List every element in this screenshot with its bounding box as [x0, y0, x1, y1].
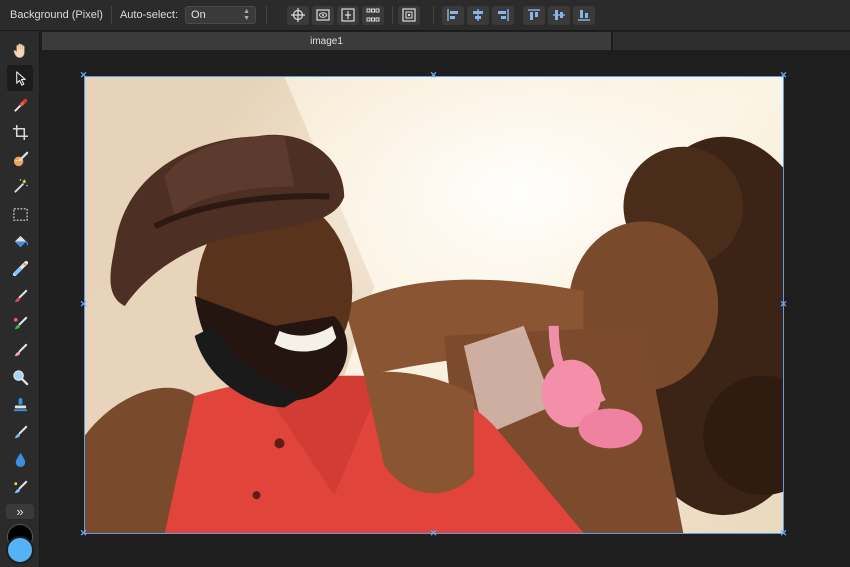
more-tools-button[interactable]: » [6, 504, 34, 519]
align-right-button[interactable] [492, 5, 515, 25]
tab-bar-empty-area [613, 32, 850, 50]
auto-select-value: On [191, 9, 206, 21]
selection-handle[interactable]: ✕ [79, 300, 88, 309]
dodge-tool[interactable] [7, 364, 33, 390]
context-toolbar: Background (Pixel) Auto-select: On ▲ ▼ [0, 0, 850, 31]
align-bottom-button[interactable] [573, 5, 596, 25]
selection-handle[interactable]: ✕ [429, 71, 438, 80]
align-center-icon [473, 9, 484, 21]
arrow-pointer-icon [15, 70, 26, 86]
align-middle-icon [553, 10, 566, 20]
toolbar-divider [110, 6, 112, 24]
updown-chevron-icon: ▲ ▼ [243, 8, 251, 22]
move-origin-button[interactable] [287, 5, 310, 25]
snapping-icon [402, 8, 416, 22]
hand-icon [13, 43, 25, 58]
color-well[interactable] [4, 524, 36, 564]
alignment-grid-button[interactable] [362, 5, 385, 25]
blur-tool[interactable] [7, 446, 33, 472]
document-tab-bar: image1 [40, 31, 850, 51]
document-image[interactable] [84, 76, 784, 534]
toolbar-divider [266, 6, 268, 24]
transform-objects-separately-icon [341, 8, 355, 22]
paint-brush-tool[interactable] [7, 283, 33, 309]
inpainting-tool[interactable] [7, 474, 33, 500]
paint-brush-icon [14, 289, 27, 302]
selection-handle[interactable]: ✕ [79, 529, 88, 538]
snapping-button[interactable] [398, 5, 421, 25]
auto-select-label: Auto-select: [119, 9, 179, 21]
toolbar-divider [392, 6, 394, 24]
color-replace-brush-icon [13, 316, 27, 329]
paint-bucket-icon [14, 235, 28, 247]
selection-handle[interactable]: ✕ [429, 529, 438, 538]
smudge-tool[interactable] [7, 419, 33, 445]
align-middle-button[interactable] [548, 5, 571, 25]
marquee-tool[interactable] [7, 201, 33, 227]
selection-brush-tool[interactable] [7, 146, 33, 172]
view-tool[interactable] [7, 37, 33, 63]
color-picker-tool[interactable] [7, 92, 33, 118]
align-top-button[interactable] [523, 5, 546, 25]
auto-select-dropdown[interactable]: On ▲ ▼ [185, 6, 257, 24]
align-center-button[interactable] [467, 5, 490, 25]
flood-fill-tool[interactable] [7, 228, 33, 254]
toolbar-divider [433, 6, 435, 24]
color-replacement-tool[interactable] [7, 310, 33, 336]
align-left-icon [447, 9, 459, 21]
inpainting-brush-icon [13, 480, 27, 493]
eraser-icon [14, 343, 27, 356]
transform-separately-button[interactable] [337, 5, 360, 25]
align-bottom-icon [578, 10, 591, 21]
show-transform-button[interactable] [312, 5, 335, 25]
dodge-icon [12, 369, 28, 385]
primary-color-swatch[interactable] [6, 536, 34, 564]
selection-handle[interactable]: ✕ [79, 71, 88, 80]
selection-handle[interactable]: ✕ [779, 529, 788, 538]
selection-handle[interactable]: ✕ [779, 300, 788, 309]
photo-illustration [85, 77, 783, 533]
move-tool[interactable] [7, 65, 33, 91]
align-right-icon [498, 9, 509, 21]
crop-tool[interactable] [7, 119, 33, 145]
selection-brush-icon [13, 151, 28, 166]
crop-icon [12, 124, 28, 140]
flood-select-tool[interactable] [7, 173, 33, 199]
magic-wand-icon [13, 178, 28, 193]
marquee-icon [12, 207, 28, 221]
clone-tool[interactable] [7, 392, 33, 418]
canvas-area[interactable]: ✕ ✕ ✕ ✕ ✕ ✕ ✕ ✕ [40, 51, 850, 567]
eyedropper-icon [13, 98, 27, 112]
gradient-icon [12, 260, 28, 276]
align-left-button[interactable] [442, 5, 465, 25]
tools-panel: » [0, 31, 40, 567]
erase-brush-tool[interactable] [7, 337, 33, 363]
document-tab[interactable]: image1 [42, 32, 612, 50]
align-top-icon [528, 9, 541, 20]
selection-handle[interactable]: ✕ [779, 71, 788, 80]
move-origin-icon [291, 8, 306, 22]
stamp-icon [13, 397, 27, 411]
smudge-icon [14, 425, 27, 438]
show-transform-icon [316, 9, 330, 21]
show-alignment-grid-icon [366, 8, 380, 22]
drop-icon [15, 452, 25, 467]
layer-name-label: Background (Pixel) [10, 9, 103, 21]
gradient-tool[interactable] [7, 255, 33, 281]
